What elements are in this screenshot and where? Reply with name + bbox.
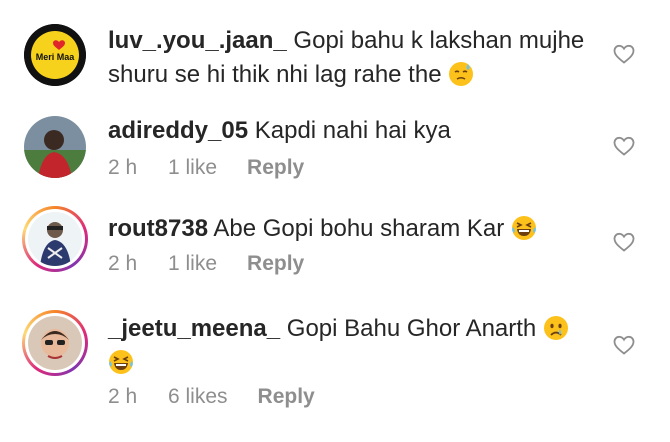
avatar-logo-text: Meri Maa [36, 52, 76, 62]
comment-text: luv_.you_.jaan_ Gopi bahu k lakshan mujh… [108, 24, 598, 92]
comment-body: Abe Gopi bohu sharam Kar [213, 215, 505, 242]
like-heart-icon[interactable] [612, 333, 636, 357]
comment-meta: 2 h 6 likes Reply [108, 385, 315, 409]
like-heart-icon[interactable] [612, 42, 636, 66]
user-photo-avatar [28, 212, 82, 266]
avatar-story-ring [25, 209, 85, 269]
user-photo-avatar [24, 116, 86, 178]
avatar[interactable] [24, 116, 86, 178]
sad-face-icon [543, 316, 568, 340]
comment-text: _jeetu_meena_ Gopi Bahu Ghor Anarth [108, 312, 598, 380]
user-photo-avatar [28, 316, 82, 370]
comment-likes[interactable]: 6 likes [168, 385, 228, 409]
comment-likes[interactable]: 1 like [168, 252, 217, 276]
reply-button[interactable]: Reply [247, 252, 304, 276]
comment-time: 2 h [108, 252, 138, 275]
comment-username[interactable]: adireddy_05 [108, 117, 248, 144]
comment-text: adireddy_05 Kapdi nahi hai kya [108, 114, 598, 148]
comment-time: 2 h [108, 385, 138, 408]
comment-username[interactable]: rout8738 [108, 215, 208, 242]
comment-body: Gopi Bahu Ghor Anarth [286, 315, 537, 342]
like-heart-icon[interactable] [612, 134, 636, 158]
grinning-squinting-face-icon [511, 216, 536, 240]
avatar[interactable] [22, 310, 88, 376]
avatar[interactable]: Meri Maa [24, 24, 86, 86]
reply-button[interactable]: Reply [258, 385, 315, 409]
comment-body: Kapdi nahi hai kya [254, 117, 451, 144]
like-heart-icon[interactable] [612, 230, 636, 254]
downcast-face-with-sweat-icon [449, 62, 474, 86]
comment-meta: 2 h 1 like Reply [108, 252, 304, 276]
comment-text: rout8738 Abe Gopi bohu sharam Kar [108, 212, 598, 246]
comment-likes[interactable]: 1 like [168, 156, 217, 180]
comment-meta: 2 h 1 like Reply [108, 156, 304, 180]
grinning-squinting-face-icon [109, 350, 133, 374]
meri-maa-logo-avatar: Meri Maa [24, 24, 86, 86]
avatar-story-ring [25, 313, 85, 373]
comment-username[interactable]: _jeetu_meena_ [108, 315, 280, 342]
comment-time: 2 h [108, 156, 138, 179]
avatar[interactable] [22, 206, 88, 272]
reply-button[interactable]: Reply [247, 156, 304, 180]
comment-username[interactable]: luv_.you_.jaan_ [108, 27, 287, 54]
